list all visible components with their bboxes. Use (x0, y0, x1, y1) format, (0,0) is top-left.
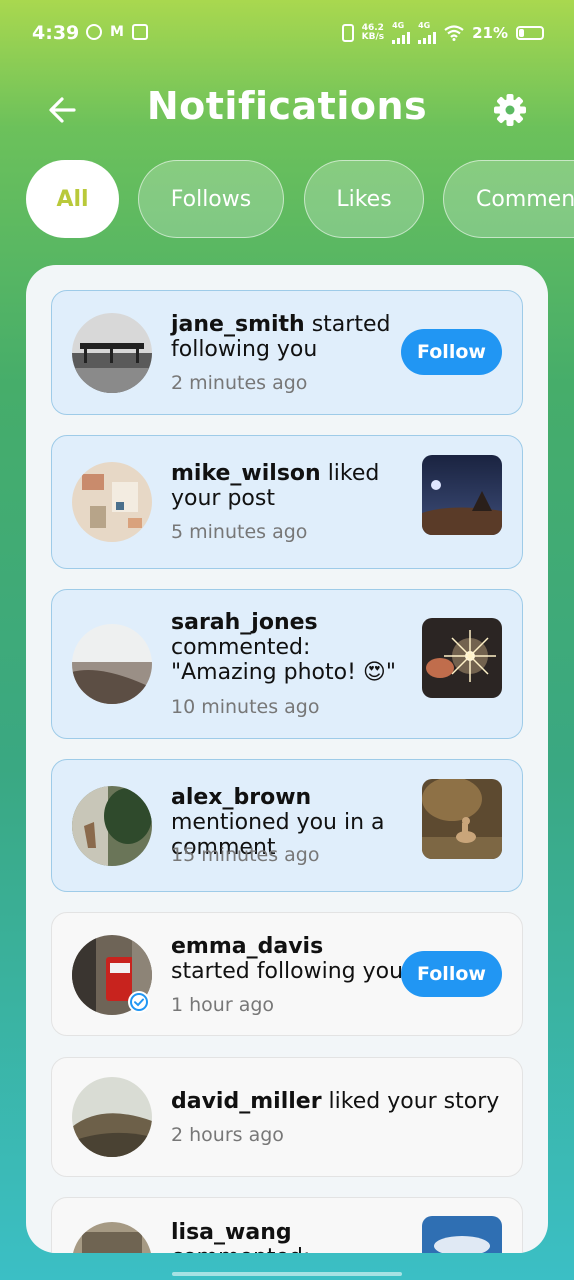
follow-button[interactable]: Follow (401, 951, 502, 997)
notification-text: lisa_wang commented: (171, 1220, 421, 1253)
filter-tabs: All Follows Likes Comments (26, 160, 574, 240)
notification-action: commented: "Amazing photo! 😍" (171, 635, 396, 685)
avatar[interactable] (72, 1222, 152, 1253)
vo-icon (131, 24, 148, 40)
tab-all[interactable]: All (26, 160, 119, 238)
post-thumbnail[interactable] (422, 618, 502, 698)
tab-follows[interactable]: Follows (138, 160, 284, 238)
username: jane_smith (171, 312, 305, 337)
avatar[interactable] (72, 313, 152, 393)
gear-icon (494, 94, 526, 126)
notification-item[interactable]: david_miller liked your story 2 hours ag… (51, 1057, 523, 1177)
timestamp: 2 minutes ago (171, 372, 308, 394)
post-thumbnail[interactable] (422, 779, 502, 859)
notifications-list: jane_smith started following you 2 minut… (26, 265, 548, 1253)
net-type-label: 4G (418, 21, 431, 30)
net-speed: 46.2 KB/s (362, 24, 384, 42)
avatar[interactable] (72, 1077, 152, 1157)
tab-likes[interactable]: Likes (304, 160, 424, 238)
whatsapp-icon (86, 24, 102, 40)
follow-button[interactable]: Follow (401, 329, 502, 375)
timestamp: 15 minutes ago (171, 844, 320, 866)
verified-badge-icon (128, 991, 150, 1013)
notification-item[interactable]: lisa_wang commented: (51, 1197, 523, 1253)
notification-text: david_miller liked your story (171, 1089, 501, 1114)
notification-item[interactable]: emma_davis started following you 1 hour … (51, 912, 523, 1036)
signal-icon: 4G (418, 21, 437, 44)
username: mike_wilson (171, 461, 321, 486)
net-speed-unit: KB/s (361, 32, 385, 42)
notification-item[interactable]: alex_brown mentioned you in a comment 15… (51, 759, 523, 892)
battery-percent: 21% (472, 24, 508, 42)
timestamp: 2 hours ago (171, 1124, 284, 1146)
timestamp: 5 minutes ago (171, 521, 308, 543)
notification-text: emma_davis started following you (171, 934, 406, 984)
username: sarah_jones (171, 610, 318, 635)
username: emma_davis (171, 934, 324, 959)
status-time: 4:39 (32, 22, 80, 44)
notification-icons: M (86, 24, 148, 40)
notification-action: started following you (171, 959, 404, 984)
page-title: Notifications (146, 84, 428, 128)
settings-button[interactable] (490, 90, 530, 130)
home-indicator[interactable] (172, 1272, 402, 1276)
notification-item[interactable]: sarah_jones commented: "Amazing photo! 😍… (51, 589, 523, 739)
notification-text: mike_wilson liked your post (171, 461, 416, 511)
timestamp: 10 minutes ago (171, 696, 320, 718)
notification-item[interactable]: mike_wilson liked your post 5 minutes ag… (51, 435, 523, 569)
timestamp: 1 hour ago (171, 994, 275, 1016)
header: Notifications (0, 78, 574, 140)
battery-icon (516, 26, 544, 40)
username: lisa_wang (171, 1220, 292, 1245)
username: alex_brown (171, 785, 312, 810)
system-indicators: 46.2 KB/s 4G 4G 21% (341, 21, 544, 44)
net-type-label: 4G (392, 21, 405, 30)
status-bar: 4:39 M 46.2 KB/s 4G 4G 21% (0, 0, 574, 68)
avatar[interactable] (72, 624, 152, 704)
vibrate-icon (341, 24, 354, 42)
avatar[interactable] (72, 462, 152, 542)
notification-item[interactable]: jane_smith started following you 2 minut… (51, 290, 523, 415)
avatar[interactable] (72, 786, 152, 866)
signal-icon: 4G (392, 21, 411, 44)
post-thumbnail[interactable] (422, 1216, 502, 1253)
notification-text: jane_smith started following you (171, 312, 406, 362)
post-thumbnail[interactable] (422, 455, 502, 535)
notification-text: sarah_jones commented: "Amazing photo! 😍… (171, 610, 416, 685)
notification-action: liked your story (321, 1089, 500, 1114)
wifi-icon (444, 25, 464, 41)
username: david_miller (171, 1089, 322, 1114)
gmail-icon: M (110, 24, 124, 40)
notification-action: commented: (171, 1245, 310, 1253)
tab-comments[interactable]: Comments (443, 160, 574, 238)
